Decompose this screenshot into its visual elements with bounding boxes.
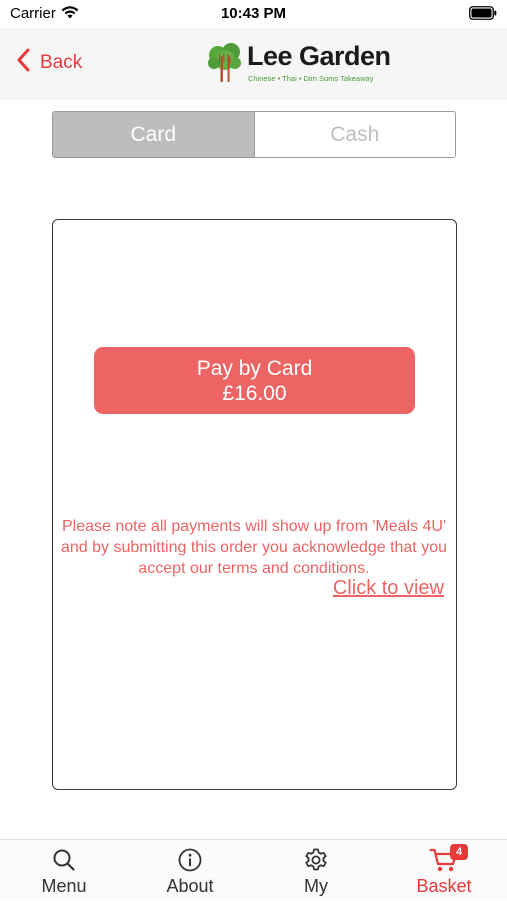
search-icon — [52, 846, 76, 874]
tab-bar: Menu About My 4 Basket — [0, 839, 507, 900]
status-bar: Carrier 10:43 PM — [0, 0, 507, 30]
chevron-left-icon — [16, 48, 30, 78]
tab-label: Basket — [416, 876, 472, 896]
tab-label: About — [166, 876, 214, 896]
tab-about[interactable]: About — [135, 840, 245, 901]
tab-label: My — [304, 876, 328, 896]
logo-tagline: Chinese • Thai • Dim Sums Takeaway — [248, 74, 374, 83]
tab-card[interactable]: Card — [53, 112, 254, 157]
pay-button-amount: £16.00 — [222, 381, 287, 405]
back-button[interactable]: Back — [16, 48, 82, 78]
terms-link[interactable]: Click to view — [333, 577, 444, 600]
clock: 10:43 PM — [220, 5, 287, 22]
card-payment-panel: Pay by Card £16.00 Please note all payme… — [52, 219, 457, 790]
battery-icon — [469, 6, 497, 24]
tab-menu[interactable]: Menu — [9, 840, 119, 901]
pay-by-card-button[interactable]: Pay by Card £16.00 — [94, 347, 415, 414]
logo-name: Lee Garden — [247, 41, 391, 71]
back-label: Back — [40, 52, 83, 73]
info-icon — [178, 846, 202, 874]
payment-notice: Please note all payments will show up fr… — [60, 518, 447, 577]
tab-my[interactable]: My — [261, 840, 371, 901]
pay-button-label: Pay by Card — [196, 356, 313, 380]
gear-icon — [303, 846, 329, 874]
tab-label: Menu — [41, 876, 87, 896]
tab-basket[interactable]: 4 Basket — [389, 840, 499, 901]
tree-utensils-icon — [207, 42, 243, 89]
cart-icon: 4 — [429, 844, 468, 874]
basket-count-badge: 4 — [450, 844, 468, 860]
lee-garden-logo: Lee Garden Chinese • Thai • Dim Sums Tak… — [207, 40, 391, 89]
navigation-bar: Back Lee Garden Chinese • Thai • Dim Sum… — [0, 28, 507, 100]
tab-cash[interactable]: Cash — [253, 112, 455, 157]
payment-method-selector: Card Cash — [52, 111, 456, 158]
